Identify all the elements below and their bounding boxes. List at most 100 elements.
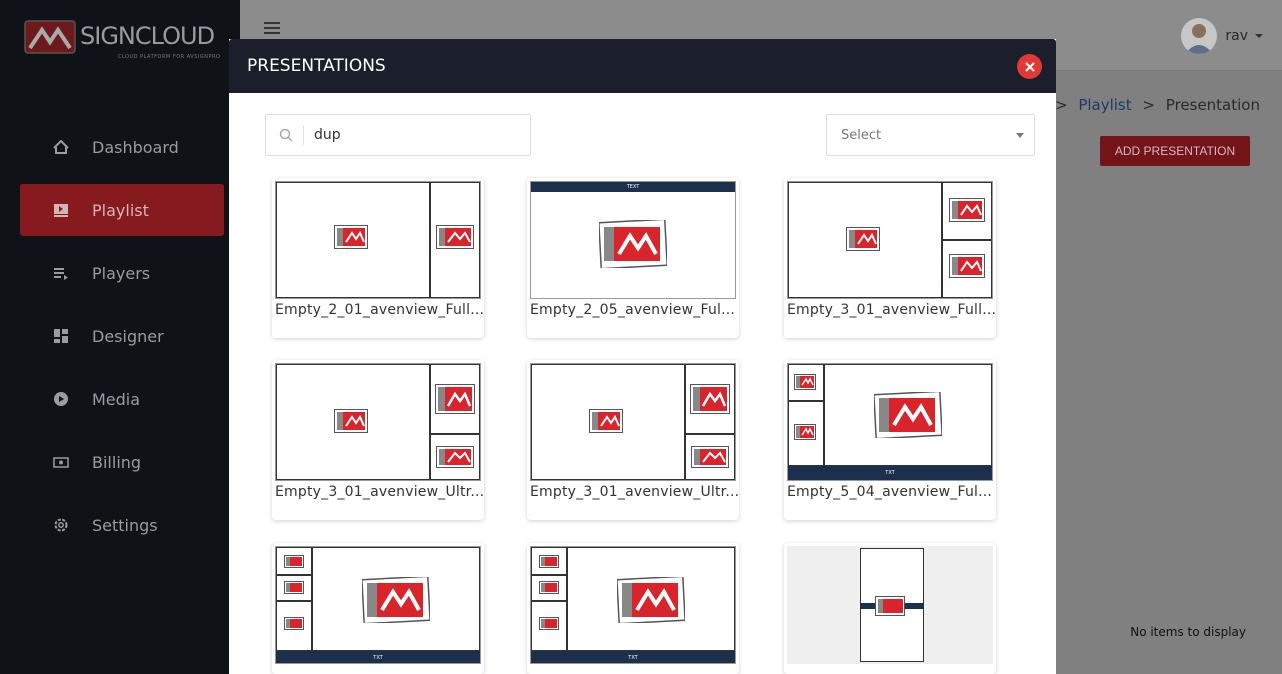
presentation-card[interactable]: Empty_3_01_avenview_Ultr... xyxy=(272,360,484,520)
breadcrumb-separator: > xyxy=(1054,96,1068,114)
avenview-logo-icon xyxy=(875,596,905,616)
presentation-thumbnail xyxy=(787,181,993,299)
sidebar-item-playlist[interactable]: Playlist xyxy=(20,184,224,236)
presentation-thumbnail: TEXT xyxy=(530,181,736,299)
avenview-logo-icon xyxy=(436,446,474,468)
sidebar: SIGNCLOUD CLOUD PLATFORM FOR AVSIGNPRO D… xyxy=(0,0,240,674)
avenview-logo-icon xyxy=(691,446,729,468)
modal-header: PRESENTATIONS xyxy=(229,39,1056,93)
brand-name: SIGNCLOUD xyxy=(80,22,215,50)
media-icon xyxy=(52,390,70,408)
user-name: rav xyxy=(1225,28,1248,44)
text-zone-bar: TEXT xyxy=(531,182,735,192)
breadcrumb: me > Playlist > Presentation xyxy=(1020,96,1260,114)
empty-state-text: No items to display xyxy=(1130,625,1246,639)
chevron-down-icon xyxy=(1016,133,1024,138)
presentation-card[interactable]: Empty_3_01_avenview_Ultr... xyxy=(527,360,739,520)
sidebar-item-dashboard[interactable]: Dashboard xyxy=(20,121,224,173)
avenview-logo-icon xyxy=(362,577,430,623)
presentation-thumbnail xyxy=(275,181,481,299)
presentation-card[interactable]: TXT Empty_5_04_avenview_Ful... xyxy=(784,360,996,520)
avenview-logo-icon xyxy=(949,198,985,222)
add-presentation-button[interactable]: ADD PRESENTATION xyxy=(1100,136,1250,166)
menu-toggle-icon[interactable] xyxy=(264,22,280,34)
search-input[interactable] xyxy=(312,126,516,144)
avenview-logo-icon xyxy=(794,424,816,440)
search-divider xyxy=(303,125,304,145)
avenview-logo-icon xyxy=(436,225,474,249)
avenview-logo-icon xyxy=(794,374,816,390)
select-placeholder: Select xyxy=(841,127,882,143)
presentation-thumbnail xyxy=(275,363,481,481)
avenview-logo-icon xyxy=(435,384,475,414)
presentation-card[interactable]: TXT xyxy=(272,543,484,674)
sidebar-item-media[interactable]: Media xyxy=(20,373,224,425)
avenview-logo-icon xyxy=(284,581,304,594)
presentation-name: Empty_2_01_avenview_Full... xyxy=(275,302,483,318)
presentation-card[interactable]: Empty_3_01_avenview_Full... xyxy=(784,178,996,338)
presentation-name: Empty_3_01_avenview_Ultr... xyxy=(530,484,738,500)
playlist-icon xyxy=(52,201,70,219)
presentation-name: Empty_5_04_avenview_Ful... xyxy=(787,484,993,500)
designer-icon xyxy=(52,327,70,345)
sidebar-item-settings[interactable]: Settings xyxy=(20,499,224,551)
presentation-thumbnail xyxy=(530,363,736,481)
filter-select[interactable]: Select xyxy=(826,114,1035,156)
home-icon xyxy=(52,138,70,156)
presentation-card[interactable]: TXT xyxy=(527,543,739,674)
sidebar-item-players[interactable]: Players xyxy=(20,247,224,299)
billing-icon xyxy=(52,453,70,471)
text-zone-bar: TXT xyxy=(788,466,992,480)
brand-logo[interactable]: SIGNCLOUD CLOUD PLATFORM FOR AVSIGNPRO xyxy=(22,14,232,74)
presentation-card[interactable]: TEXT Empty_2_05_avenview_Ful... xyxy=(527,178,739,338)
sidebar-item-label: Designer xyxy=(92,326,164,346)
avenview-logo-icon xyxy=(334,409,368,433)
close-icon xyxy=(1024,61,1035,72)
avenview-logo-icon xyxy=(334,225,368,249)
presentation-name: Empty_3_01_avenview_Ultr... xyxy=(275,484,483,500)
avenview-logo-icon xyxy=(949,254,985,278)
search-icon xyxy=(279,128,293,142)
avenview-logo-icon xyxy=(690,384,730,414)
avatar xyxy=(1181,18,1218,54)
presentation-card[interactable] xyxy=(784,543,996,674)
presentation-card[interactable]: Empty_2_01_avenview_Full... xyxy=(272,178,484,338)
brand-mark-icon xyxy=(24,20,76,54)
avenview-logo-icon xyxy=(874,392,942,438)
sidebar-item-billing[interactable]: Billing xyxy=(20,436,224,488)
avenview-logo-icon xyxy=(589,409,623,433)
text-zone-bar: TXT xyxy=(276,651,480,663)
sidebar-item-label: Settings xyxy=(92,515,158,535)
presentation-thumbnail: TXT xyxy=(275,546,481,664)
avenview-logo-icon xyxy=(599,220,667,268)
user-menu[interactable]: rav xyxy=(1181,18,1264,54)
presentation-name: Empty_2_05_avenview_Ful... xyxy=(530,302,736,318)
players-icon xyxy=(52,264,70,282)
modal-title: PRESENTATIONS xyxy=(247,56,386,76)
sidebar-item-label: Billing xyxy=(92,452,142,472)
avenview-logo-icon xyxy=(539,555,559,568)
avenview-logo-icon xyxy=(846,227,880,251)
presentations-modal: PRESENTATIONS Select Empty_2_01_avenview… xyxy=(229,39,1056,674)
presentation-thumbnail: TXT xyxy=(787,363,993,481)
text-zone-bar: TXT xyxy=(531,651,735,663)
sidebar-item-designer[interactable]: Designer xyxy=(20,310,224,362)
avenview-logo-icon xyxy=(284,555,304,568)
settings-icon xyxy=(52,516,70,534)
close-button[interactable] xyxy=(1017,54,1042,79)
avenview-logo-icon xyxy=(539,581,559,594)
presentation-name: Empty_3_01_avenview_Full... xyxy=(787,302,995,318)
avenview-logo-icon xyxy=(617,577,685,623)
avenview-logo-icon xyxy=(284,617,304,630)
sidebar-item-label: Playlist xyxy=(92,200,149,220)
sidebar-item-label: Dashboard xyxy=(92,137,179,157)
breadcrumb-current: Presentation xyxy=(1165,96,1260,114)
avenview-logo-icon xyxy=(539,617,559,630)
presentation-thumbnail: TXT xyxy=(530,546,736,664)
sidebar-item-label: Media xyxy=(92,389,141,409)
breadcrumb-separator: > xyxy=(1142,96,1155,114)
chevron-down-icon xyxy=(1255,34,1263,38)
presentation-thumbnail xyxy=(787,546,993,664)
breadcrumb-playlist[interactable]: Playlist xyxy=(1078,96,1131,114)
brand-tagline: CLOUD PLATFORM FOR AVSIGNPRO xyxy=(118,54,221,60)
